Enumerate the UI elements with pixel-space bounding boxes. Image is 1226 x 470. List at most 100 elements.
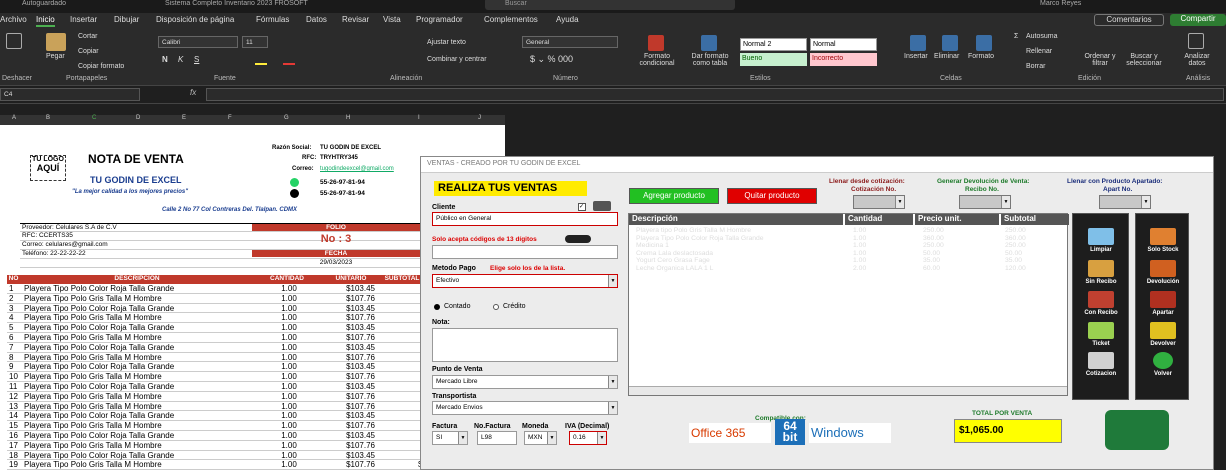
remove-product-button[interactable]: Quitar producto — [727, 188, 817, 204]
cliente-checkbox[interactable]: ✓ — [578, 203, 586, 211]
user-name[interactable]: Marco Reyes — [1040, 0, 1081, 7]
barcode-scanner-icon[interactable] — [565, 235, 591, 243]
chevron-down-icon[interactable]: ▼ — [547, 432, 556, 444]
currency-button[interactable]: $ ⌄ % 000 — [530, 54, 573, 65]
tab-formulas[interactable]: Fórmulas — [256, 15, 289, 24]
chevron-down-icon[interactable]: ▼ — [597, 432, 606, 444]
list-item[interactable]: Leche Organica LALA 1 L 2.00 60.00 120.00 — [629, 265, 1067, 273]
conditional-format-label[interactable]: Formato condicional — [632, 53, 682, 67]
cut-button[interactable]: Cortar — [78, 33, 97, 40]
tab-vista[interactable]: Vista — [383, 15, 401, 24]
fill-button[interactable]: Rellenar — [1026, 48, 1052, 55]
volver-button[interactable]: Volver — [1138, 352, 1188, 377]
cotizacion-button[interactable]: Cotizacion — [1076, 352, 1126, 377]
format-cells-icon[interactable] — [976, 35, 992, 51]
style-good[interactable]: Bueno — [740, 53, 807, 66]
devolucion-button[interactable]: Devolución — [1138, 260, 1188, 285]
tab-archivo[interactable]: Archivo — [0, 15, 27, 24]
metodo-select[interactable]: Efectivo ▼ — [432, 274, 618, 288]
products-table[interactable]: Descripción Cantidad Precio unit. Subtot… — [628, 213, 1069, 396]
tab-dibujar[interactable]: Dibujar — [114, 15, 139, 24]
horizontal-scrollbar[interactable] — [629, 386, 1067, 395]
comments-button[interactable]: Comentarios — [1094, 14, 1164, 26]
chevron-down-icon[interactable]: ▼ — [895, 196, 904, 208]
bold-button[interactable]: N — [162, 55, 168, 64]
share-button[interactable]: Compartir — [1170, 14, 1226, 26]
chevron-down-icon[interactable]: ▼ — [608, 376, 617, 388]
apart-select[interactable]: ▼ — [1099, 195, 1151, 209]
style-bad[interactable]: Incorrecto — [810, 53, 877, 66]
fill-color-icon[interactable] — [255, 63, 267, 65]
merge-center-button[interactable]: Combinar y centrar — [427, 56, 487, 63]
col-f[interactable]: F — [228, 115, 232, 121]
sin-recibo-button[interactable]: Sin Recibo — [1076, 260, 1126, 285]
insert-cells-label[interactable]: Insertar — [904, 53, 928, 60]
recibo-select[interactable]: ▼ — [959, 195, 1011, 209]
solo-stock-button[interactable]: Solo Stock — [1138, 228, 1188, 253]
truck-icon[interactable] — [593, 201, 611, 211]
con-recibo-button[interactable]: Con Recibo — [1076, 291, 1126, 316]
chevron-down-icon[interactable]: ▼ — [458, 432, 467, 444]
cotizacion-select[interactable]: ▼ — [853, 195, 905, 209]
analyze-data-icon[interactable] — [1188, 33, 1204, 49]
undo-icon[interactable] — [6, 33, 22, 49]
chevron-down-icon[interactable]: ▼ — [1141, 196, 1150, 208]
nofactura-input[interactable]: L98 — [477, 431, 517, 445]
autosum-button[interactable]: Autosuma — [1026, 33, 1058, 40]
tab-revisar[interactable]: Revisar — [342, 15, 369, 24]
chevron-down-icon[interactable]: ▼ — [608, 402, 617, 414]
col-a[interactable]: A — [12, 115, 16, 121]
col-h[interactable]: H — [346, 115, 350, 121]
find-select-button[interactable]: Buscar y seleccionar — [1120, 53, 1168, 67]
col-d[interactable]: D — [136, 115, 140, 121]
moneda-select[interactable]: MXN ▼ — [524, 431, 557, 445]
punto-select[interactable]: Mercado Libre ▼ — [432, 375, 618, 389]
table-format-label[interactable]: Dar formato como tabla — [684, 53, 736, 67]
style-normal2[interactable]: Normal 2 — [740, 38, 807, 51]
col-e[interactable]: E — [182, 115, 186, 121]
tab-inicio[interactable]: Inicio — [36, 15, 55, 27]
tab-programador[interactable]: Programador — [416, 15, 463, 24]
col-g[interactable]: G — [284, 115, 289, 121]
conditional-format-icon[interactable] — [648, 35, 664, 51]
limpiar-button[interactable]: Limpiar — [1076, 228, 1126, 253]
number-format-select[interactable]: General — [522, 36, 618, 48]
ticket-button[interactable]: Ticket — [1076, 322, 1126, 347]
font-size-select[interactable]: 11 — [242, 36, 268, 48]
paste-label[interactable]: Pegar — [46, 53, 65, 60]
font-color-icon[interactable] — [283, 63, 295, 65]
search-box[interactable]: Buscar — [485, 0, 735, 10]
col-j[interactable]: J — [478, 115, 481, 121]
font-name-select[interactable]: Calibri — [158, 36, 238, 48]
tab-datos[interactable]: Datos — [306, 15, 327, 24]
analyze-data-label[interactable]: Analizar datos — [1180, 53, 1214, 67]
col-b[interactable]: B — [46, 115, 50, 121]
col-i[interactable]: I — [418, 115, 420, 121]
apartar-button[interactable]: Apartar — [1138, 291, 1188, 316]
credito-radio[interactable] — [493, 304, 499, 310]
copy-format-button[interactable]: Copiar formato — [78, 63, 124, 70]
format-cells-label[interactable]: Formato — [968, 53, 994, 60]
nota-textarea[interactable] — [432, 328, 618, 362]
factura-select[interactable]: SI ▼ — [432, 431, 468, 445]
paste-icon[interactable] — [46, 33, 66, 51]
tab-complementos[interactable]: Complementos — [484, 15, 538, 24]
tab-ayuda[interactable]: Ayuda — [556, 15, 579, 24]
insert-cells-icon[interactable] — [910, 35, 926, 51]
underline-button[interactable]: S — [194, 55, 199, 64]
chevron-down-icon[interactable]: ▼ — [608, 275, 617, 287]
delete-cells-icon[interactable] — [942, 35, 958, 51]
copy-button[interactable]: Copiar — [78, 48, 99, 55]
wrap-text-button[interactable]: Ajustar texto — [427, 39, 466, 46]
sort-filter-button[interactable]: Ordenar y filtrar — [1080, 53, 1120, 67]
name-box[interactable]: C4 — [0, 88, 140, 101]
codigo-input[interactable] — [432, 245, 618, 259]
italic-button[interactable]: K — [178, 55, 183, 64]
contado-radio[interactable] — [434, 304, 440, 310]
cliente-input[interactable]: Público en General — [432, 212, 618, 226]
col-c[interactable]: C — [92, 115, 96, 121]
clear-button[interactable]: Borrar — [1026, 63, 1045, 70]
transportista-select[interactable]: Mercado Envios ▼ — [432, 401, 618, 415]
chevron-down-icon[interactable]: ▼ — [1001, 196, 1010, 208]
style-normal[interactable]: Normal — [810, 38, 877, 51]
